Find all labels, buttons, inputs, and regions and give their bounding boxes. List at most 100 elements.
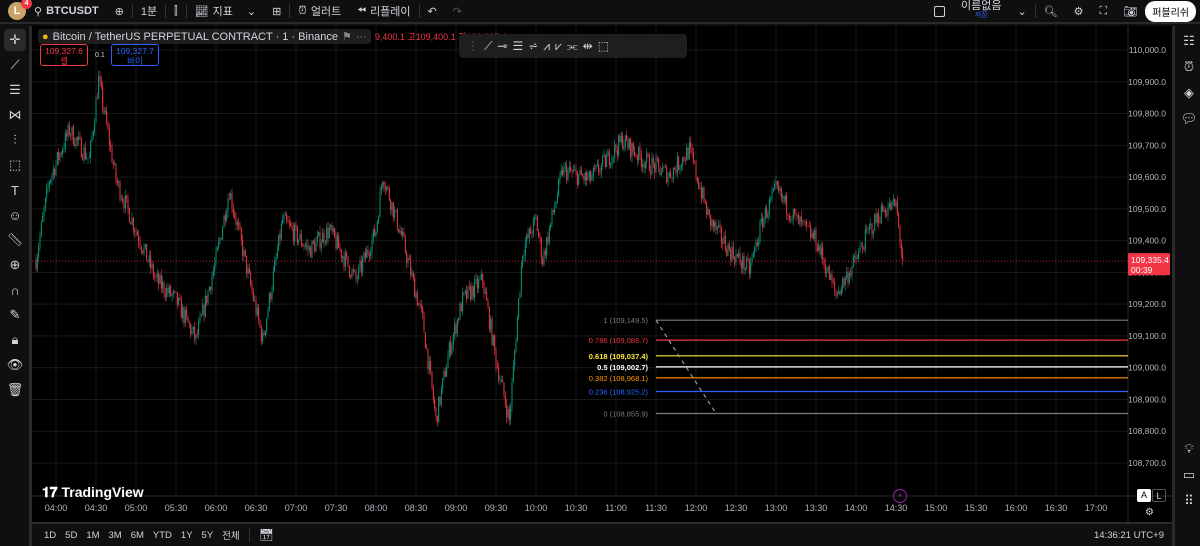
watchlist-icon[interactable]: ☷ xyxy=(1178,30,1200,52)
symbol-title[interactable]: ● Bitcoin / TetherUS PERPETUAL CONTRACT ·… xyxy=(38,29,371,44)
candle-body xyxy=(598,164,600,173)
sell-button[interactable]: 109,327.6 셀 xyxy=(40,44,88,66)
candle-body xyxy=(54,168,56,176)
publish-button[interactable]: 퍼블리쉬 xyxy=(1145,0,1196,22)
range-3m[interactable]: 3M xyxy=(109,530,122,541)
candle-body xyxy=(643,164,645,169)
candle-body xyxy=(628,138,630,149)
apps-icon[interactable]: ⠿ xyxy=(1178,490,1200,512)
range-1m[interactable]: 1M xyxy=(86,530,99,541)
candle-body xyxy=(770,198,772,200)
text-tool[interactable]: T xyxy=(4,179,26,201)
chat-icon[interactable]: 💬︎ xyxy=(1178,108,1200,130)
avatar[interactable]: L4 xyxy=(8,0,32,20)
buy-button[interactable]: 109,327.7 바이 xyxy=(111,44,159,66)
parallel-channel-icon[interactable]: ⫘ xyxy=(567,39,578,54)
candle-body xyxy=(447,355,449,368)
rectangle-icon[interactable]: ⬚ xyxy=(598,39,609,53)
candle-body xyxy=(251,284,253,292)
settings-button[interactable]: ⚙ xyxy=(1066,0,1092,23)
alert-button[interactable]: ⏰︎ 얼러트 xyxy=(290,0,349,23)
candle-body xyxy=(744,268,746,270)
candle-body xyxy=(763,217,765,228)
ruler-icon[interactable]: 📏︎ xyxy=(4,229,26,251)
zoom-in-icon[interactable]: ⊕ xyxy=(4,254,26,276)
axis-settings-icon[interactable]: ⚙ xyxy=(1145,507,1154,518)
candle-body xyxy=(70,134,72,136)
candle-body xyxy=(874,214,876,231)
candle-body xyxy=(243,250,245,257)
candle-body xyxy=(55,163,57,176)
price-tick-label: 108,700.0 xyxy=(1128,458,1166,468)
emoji-icon[interactable]: ☺ xyxy=(4,204,26,226)
range-1y[interactable]: 1Y xyxy=(181,530,193,541)
layout-name-button[interactable]: 이름없음 저장 xyxy=(953,0,1009,23)
symbol-search-button[interactable]: ⚲ BTCUSDT xyxy=(26,0,107,23)
trash-icon[interactable]: 🗑︎ xyxy=(4,379,26,401)
fib-tool[interactable]: ☰ xyxy=(4,79,26,101)
lightbulb-icon[interactable]: 💡︎ xyxy=(1178,438,1200,460)
candle-body xyxy=(663,166,665,168)
fullscreen-toggle[interactable] xyxy=(926,0,953,23)
lock-icon[interactable]: 🔒︎ xyxy=(4,329,26,351)
plus-circle-icon: ⊕ xyxy=(114,5,124,18)
layouts-button[interactable]: ⊞ xyxy=(264,0,289,23)
fullscreen-button[interactable]: ⛶ xyxy=(1092,0,1116,23)
layout-menu-button[interactable]: ⌄ xyxy=(1009,0,1034,23)
candle-body xyxy=(43,208,45,217)
alarm-icon[interactable]: ⏰︎ xyxy=(1178,56,1200,78)
candle-body xyxy=(443,370,445,379)
redo-button[interactable]: ↷ xyxy=(445,0,470,23)
tradingview-logo[interactable]: 𝟏𝟕 TradingView xyxy=(42,484,144,501)
clock[interactable]: 14:36:21 UTC+9 xyxy=(1094,530,1164,541)
range-1d[interactable]: 1D xyxy=(44,530,56,541)
drag-handle-icon[interactable]: ⋮ xyxy=(467,39,479,53)
candle-body xyxy=(280,223,282,240)
indicators-label: 지표 xyxy=(212,6,233,18)
candle-body xyxy=(127,197,129,209)
indicators-button[interactable]: 📈︎ 지표 ⌄ xyxy=(187,0,264,23)
range-5d[interactable]: 5D xyxy=(65,530,77,541)
log-scale-toggle[interactable]: L xyxy=(1152,489,1166,502)
quick-search-button[interactable]: 🔍︎ xyxy=(1036,0,1066,23)
undo-button[interactable]: ↶ xyxy=(420,0,445,23)
eye-icon[interactable]: 👁︎ xyxy=(4,354,26,376)
range-ytd[interactable]: YTD xyxy=(153,530,172,541)
auto-scale-toggle[interactable]: A xyxy=(1137,489,1151,502)
candle-body xyxy=(414,277,416,298)
candle-body xyxy=(648,155,650,171)
magnet-icon[interactable]: ∩ xyxy=(4,279,26,301)
line-tool-icon[interactable]: ⟋ xyxy=(484,39,492,54)
grid-icon: ⊞ xyxy=(272,5,282,18)
price-chart[interactable]: 04:00 04:30 05:00 05:30 06:00 06:30 07:00 07:30… xyxy=(32,26,1172,522)
candle-body xyxy=(830,274,832,281)
candle-body xyxy=(826,272,828,274)
interval-button[interactable]: 1분 xyxy=(133,0,165,23)
pattern-tool[interactable]: ⋈ xyxy=(4,104,26,126)
lock-pencil-icon[interactable]: ✎ xyxy=(4,304,26,326)
calendar-icon[interactable]: ▭ xyxy=(1178,464,1200,486)
range-icon[interactable]: ⇹ xyxy=(583,39,593,53)
layers-icon[interactable]: ◈ xyxy=(1178,82,1200,104)
horizontal-ray-icon[interactable]: ⊸ xyxy=(497,39,507,53)
more-icon[interactable]: ··· xyxy=(356,31,367,43)
compare-button[interactable]: ⊕ xyxy=(107,0,132,23)
replay-button[interactable]: ⏪︎ 리플레이 xyxy=(349,0,418,23)
volume-profile-icon[interactable]: ⩫ xyxy=(528,39,538,53)
candle-body xyxy=(182,307,184,319)
candle-body xyxy=(179,297,181,300)
xabcd-pattern-icon[interactable]: ⩘ xyxy=(543,39,550,54)
trend-line-tool[interactable]: ⟋ xyxy=(4,54,26,76)
shape-tool[interactable]: ⬚ xyxy=(4,154,26,176)
crosshair-tool[interactable]: ✛ xyxy=(4,29,26,51)
range-5y[interactable]: 5Y xyxy=(202,530,214,541)
range-all[interactable]: 전체 xyxy=(222,528,239,542)
lightning-icon[interactable]: ⚡︎ xyxy=(893,489,907,503)
fib-retracement-icon[interactable]: ☰ xyxy=(512,39,523,53)
goto-date-icon[interactable]: 📅︎ xyxy=(259,528,274,542)
prediction-tool[interactable]: ⫶ xyxy=(4,129,26,151)
snapshot-button[interactable]: 📷︎ xyxy=(1115,0,1145,23)
range-6m[interactable]: 6M xyxy=(131,530,144,541)
chart-type-button[interactable]: ⫿ xyxy=(166,0,186,23)
elliott-wave-icon[interactable]: ⩗ xyxy=(555,39,562,54)
